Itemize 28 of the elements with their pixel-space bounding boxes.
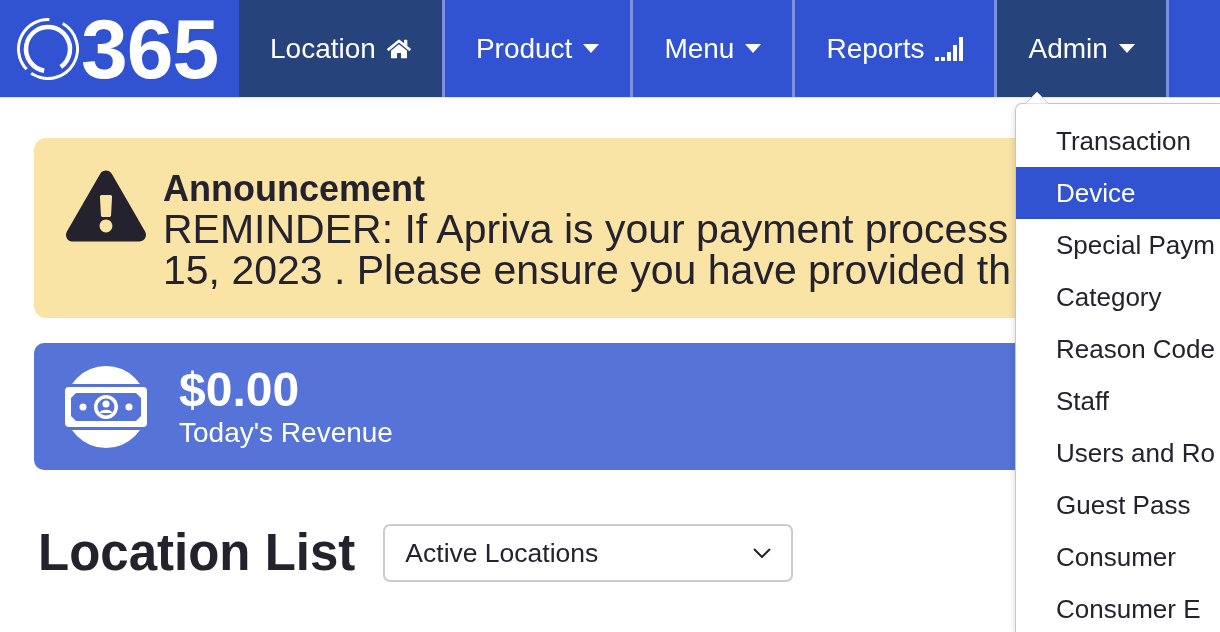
logo-text: 365 <box>81 6 219 91</box>
dropdown-option[interactable]: Consumer E <box>1016 583 1220 632</box>
logo-ring-icon <box>17 17 79 80</box>
nav-item[interactable]: Menu <box>633 0 796 97</box>
dropdown-option[interactable]: Transaction <box>1016 115 1220 167</box>
money-icon <box>65 365 147 448</box>
chevron-down-icon <box>753 548 772 558</box>
dropdown-option[interactable]: Device <box>1016 167 1220 219</box>
announcement-title: Announcement <box>163 169 426 209</box>
warning-icon <box>66 170 146 242</box>
dropdown-option[interactable]: Category <box>1016 271 1220 323</box>
dropdown-option[interactable]: Consumer <box>1016 531 1220 583</box>
caret-down-icon <box>745 44 762 53</box>
caret-down-icon <box>1118 44 1135 53</box>
dropdown-option[interactable]: Reason Code <box>1016 323 1220 375</box>
revenue-amount: $0.00 <box>179 363 301 416</box>
page-title: Location List <box>38 524 356 582</box>
dropdown-option[interactable]: Guest Pass <box>1016 479 1220 531</box>
announcement-text: REMINDER: If Apriva is your payment process 15, 2023 . Please ensure you have provided th <box>163 209 1011 291</box>
revenue-label: Today's Revenue <box>179 415 393 450</box>
dropdown-option[interactable]: Special Paym <box>1016 219 1220 271</box>
nav-item[interactable]: Location <box>239 0 445 97</box>
bar-chart-icon <box>935 36 964 61</box>
dropdown-option[interactable]: Users and Ro <box>1016 427 1220 479</box>
caret-down-icon <box>583 44 600 53</box>
location-filter-select[interactable]: Active Locations <box>383 524 794 582</box>
dropdown-option[interactable]: Staff <box>1016 375 1220 427</box>
nav-item[interactable]: Product <box>444 0 634 97</box>
